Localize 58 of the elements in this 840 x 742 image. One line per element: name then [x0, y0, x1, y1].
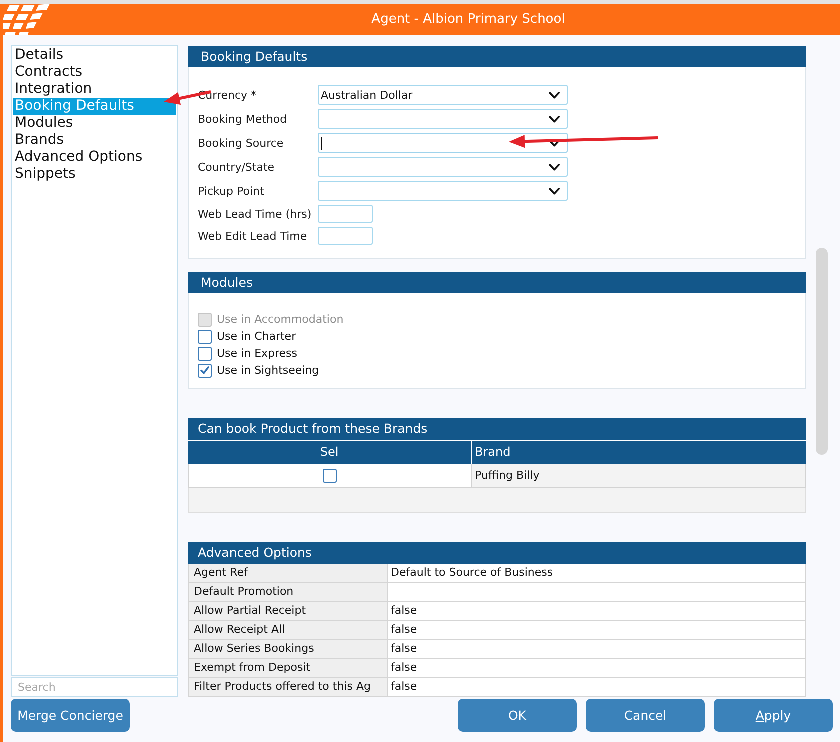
property-name: Default Promotion	[188, 583, 388, 602]
nav-item[interactable]: Advanced Options	[13, 149, 176, 166]
field-label: Booking Source	[198, 136, 285, 150]
nav-item[interactable]: Details	[13, 47, 176, 64]
section-header: Can book Product from these Brands	[188, 418, 806, 440]
action-button[interactable]: Merge Concierge	[11, 699, 130, 732]
property-value: false	[388, 621, 806, 640]
action-button[interactable]: OK	[458, 699, 577, 732]
nav-item[interactable]: Brands	[13, 132, 176, 149]
nav-item[interactable]: Contracts	[13, 64, 176, 81]
property-value: false	[388, 678, 806, 697]
section-header: Advanced Options	[188, 542, 806, 564]
action-button[interactable]: Cancel	[586, 699, 705, 732]
checkbox-label: Use in Express	[217, 347, 298, 360]
checkmark-icon	[200, 366, 210, 375]
column-header: Brand	[472, 440, 806, 464]
text-field[interactable]	[318, 227, 373, 245]
checkbox[interactable]	[198, 346, 212, 360]
property-name: Allow Receipt All	[188, 621, 388, 640]
checkbox-label: Use in Sightseeing	[217, 364, 320, 377]
chevron-down-icon	[549, 140, 560, 146]
property-name: Allow Partial Receipt	[188, 602, 388, 621]
text-field[interactable]	[318, 205, 373, 223]
property-value: false	[388, 659, 806, 678]
property-value: Default to Source of Business	[388, 564, 806, 583]
scrollbar-thumb[interactable]	[816, 248, 828, 455]
checkbox-label: Use in Accommodation	[217, 313, 344, 326]
chevron-down-icon	[549, 164, 560, 170]
field-label: Web Edit Lead Time	[198, 230, 308, 242]
action-button[interactable]: Apply	[714, 699, 833, 732]
chevron-down-icon	[549, 92, 560, 98]
checkbox-label: Use in Charter	[217, 330, 296, 343]
property-value: false	[388, 640, 806, 659]
section-header: Booking Defaults	[188, 46, 806, 67]
property-value: false	[388, 602, 806, 621]
dropdown[interactable]	[318, 133, 568, 153]
column-header: Sel	[188, 440, 472, 464]
section-header: Modules	[188, 272, 806, 293]
field-label: Country/State	[198, 160, 276, 174]
search-field[interactable]: Search	[11, 677, 178, 697]
property-name: Agent Ref	[188, 564, 388, 583]
field-label: Pickup Point	[198, 184, 266, 198]
dropdown[interactable]: Australian Dollar	[318, 85, 568, 105]
checkbox[interactable]	[323, 468, 337, 482]
property-name: Filter Products offered to this Ag	[188, 678, 388, 697]
nav-item[interactable]: Modules	[13, 115, 176, 132]
table-cell: Puffing Billy	[472, 464, 806, 488]
nav-item[interactable]: Integration	[13, 81, 176, 98]
property-name: Allow Series Bookings	[188, 640, 388, 659]
field-label: Web Lead Time (hrs)	[198, 208, 313, 220]
window-title: Agent - Albion Primary School	[370, 12, 566, 27]
nav-item[interactable]: Snippets	[13, 166, 176, 183]
property-name: Exempt from Deposit	[188, 659, 388, 678]
checkbox[interactable]	[198, 364, 212, 378]
checkbox[interactable]	[198, 330, 212, 344]
chevron-down-icon	[549, 188, 560, 194]
field-label: Booking Method	[198, 112, 288, 126]
chevron-down-icon	[549, 116, 560, 122]
